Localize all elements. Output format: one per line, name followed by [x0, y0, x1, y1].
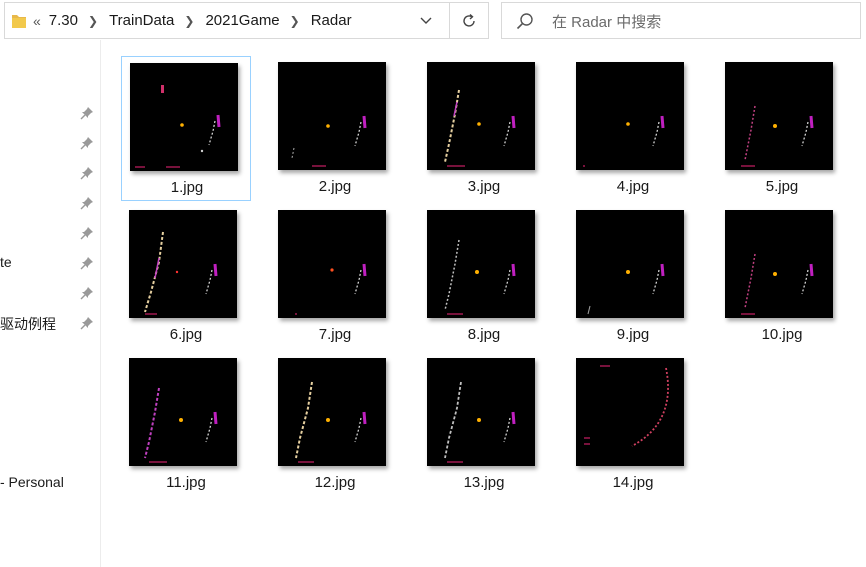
- file-item[interactable]: 11.jpg: [121, 352, 251, 497]
- chevron-right-icon[interactable]: ❯: [88, 14, 98, 28]
- image-thumbnail: [576, 210, 684, 318]
- breadcrumb-item[interactable]: 7.30: [49, 12, 78, 29]
- file-name: 5.jpg: [765, 178, 799, 195]
- folder-icon: [12, 15, 26, 28]
- image-thumbnail: [278, 358, 386, 466]
- nav-item-label[interactable]: 驱动例程: [0, 314, 56, 334]
- pin-icon[interactable]: [80, 106, 94, 120]
- file-item[interactable]: 5.jpg: [717, 56, 847, 201]
- file-name: 12.jpg: [314, 474, 356, 491]
- breadcrumb-item[interactable]: 2021Game: [205, 12, 279, 29]
- file-name: 6.jpg: [169, 326, 203, 343]
- image-thumbnail: [427, 210, 535, 318]
- file-name: 2.jpg: [318, 178, 352, 195]
- chevron-right-icon[interactable]: ❯: [290, 14, 300, 28]
- file-name: 9.jpg: [616, 326, 650, 343]
- file-name: 10.jpg: [761, 326, 803, 343]
- pin-icon[interactable]: [80, 136, 94, 150]
- image-thumbnail: [278, 210, 386, 318]
- file-item[interactable]: 1.jpg: [121, 56, 251, 201]
- file-item[interactable]: 7.jpg: [270, 204, 400, 349]
- navigation-pane: te 驱动例程 - Personal: [0, 40, 101, 567]
- file-name: 13.jpg: [463, 474, 505, 491]
- file-name: 7.jpg: [318, 326, 352, 343]
- breadcrumb-overflow-button[interactable]: «: [33, 13, 41, 29]
- pin-icon[interactable]: [80, 226, 94, 240]
- image-thumbnail: [130, 63, 238, 171]
- nav-item-label[interactable]: te: [0, 254, 12, 270]
- nav-item-label[interactable]: - Personal: [0, 474, 64, 490]
- image-thumbnail: [725, 210, 833, 318]
- file-item[interactable]: 3.jpg: [419, 56, 549, 201]
- file-name: 11.jpg: [166, 474, 206, 491]
- address-bar[interactable]: « 7.30 ❯ TrainData ❯ 2021Game ❯ Radar: [4, 2, 489, 39]
- file-name: 1.jpg: [170, 179, 204, 196]
- chevron-right-icon[interactable]: ❯: [184, 14, 194, 28]
- file-name: 8.jpg: [467, 326, 501, 343]
- pin-icon[interactable]: [80, 256, 94, 270]
- pin-icon[interactable]: [80, 196, 94, 210]
- address-history-dropdown[interactable]: [412, 3, 440, 38]
- file-item[interactable]: 10.jpg: [717, 204, 847, 349]
- search-icon: [516, 13, 533, 30]
- image-thumbnail: [278, 62, 386, 170]
- file-name: 3.jpg: [467, 178, 501, 195]
- breadcrumb-item[interactable]: TrainData: [109, 12, 174, 29]
- pin-icon[interactable]: [80, 316, 94, 330]
- file-item[interactable]: 6.jpg: [121, 204, 251, 349]
- image-thumbnail: [129, 210, 237, 318]
- file-item[interactable]: 8.jpg: [419, 204, 549, 349]
- refresh-icon: [463, 13, 475, 27]
- breadcrumb-item[interactable]: Radar: [311, 12, 352, 29]
- pin-icon[interactable]: [80, 286, 94, 300]
- image-thumbnail: [427, 62, 535, 170]
- refresh-button[interactable]: [449, 3, 488, 38]
- pin-icon[interactable]: [80, 166, 94, 180]
- file-item[interactable]: 4.jpg: [568, 56, 698, 201]
- file-item[interactable]: 12.jpg: [270, 352, 400, 497]
- image-thumbnail: [576, 62, 684, 170]
- search-input[interactable]: [550, 9, 854, 35]
- file-item[interactable]: 14.jpg: [568, 352, 698, 497]
- image-thumbnail: [725, 62, 833, 170]
- image-thumbnail: [576, 358, 684, 466]
- image-thumbnail: [129, 358, 237, 466]
- breadcrumb: « 7.30 ❯ TrainData ❯ 2021Game ❯ Radar: [33, 3, 352, 38]
- file-name: 14.jpg: [612, 474, 654, 491]
- image-thumbnail: [427, 358, 535, 466]
- chevron-down-icon: [420, 17, 432, 24]
- file-item[interactable]: 13.jpg: [419, 352, 549, 497]
- file-name: 4.jpg: [616, 178, 650, 195]
- file-item[interactable]: 9.jpg: [568, 204, 698, 349]
- file-item[interactable]: 2.jpg: [270, 56, 400, 201]
- search-box[interactable]: [501, 2, 861, 39]
